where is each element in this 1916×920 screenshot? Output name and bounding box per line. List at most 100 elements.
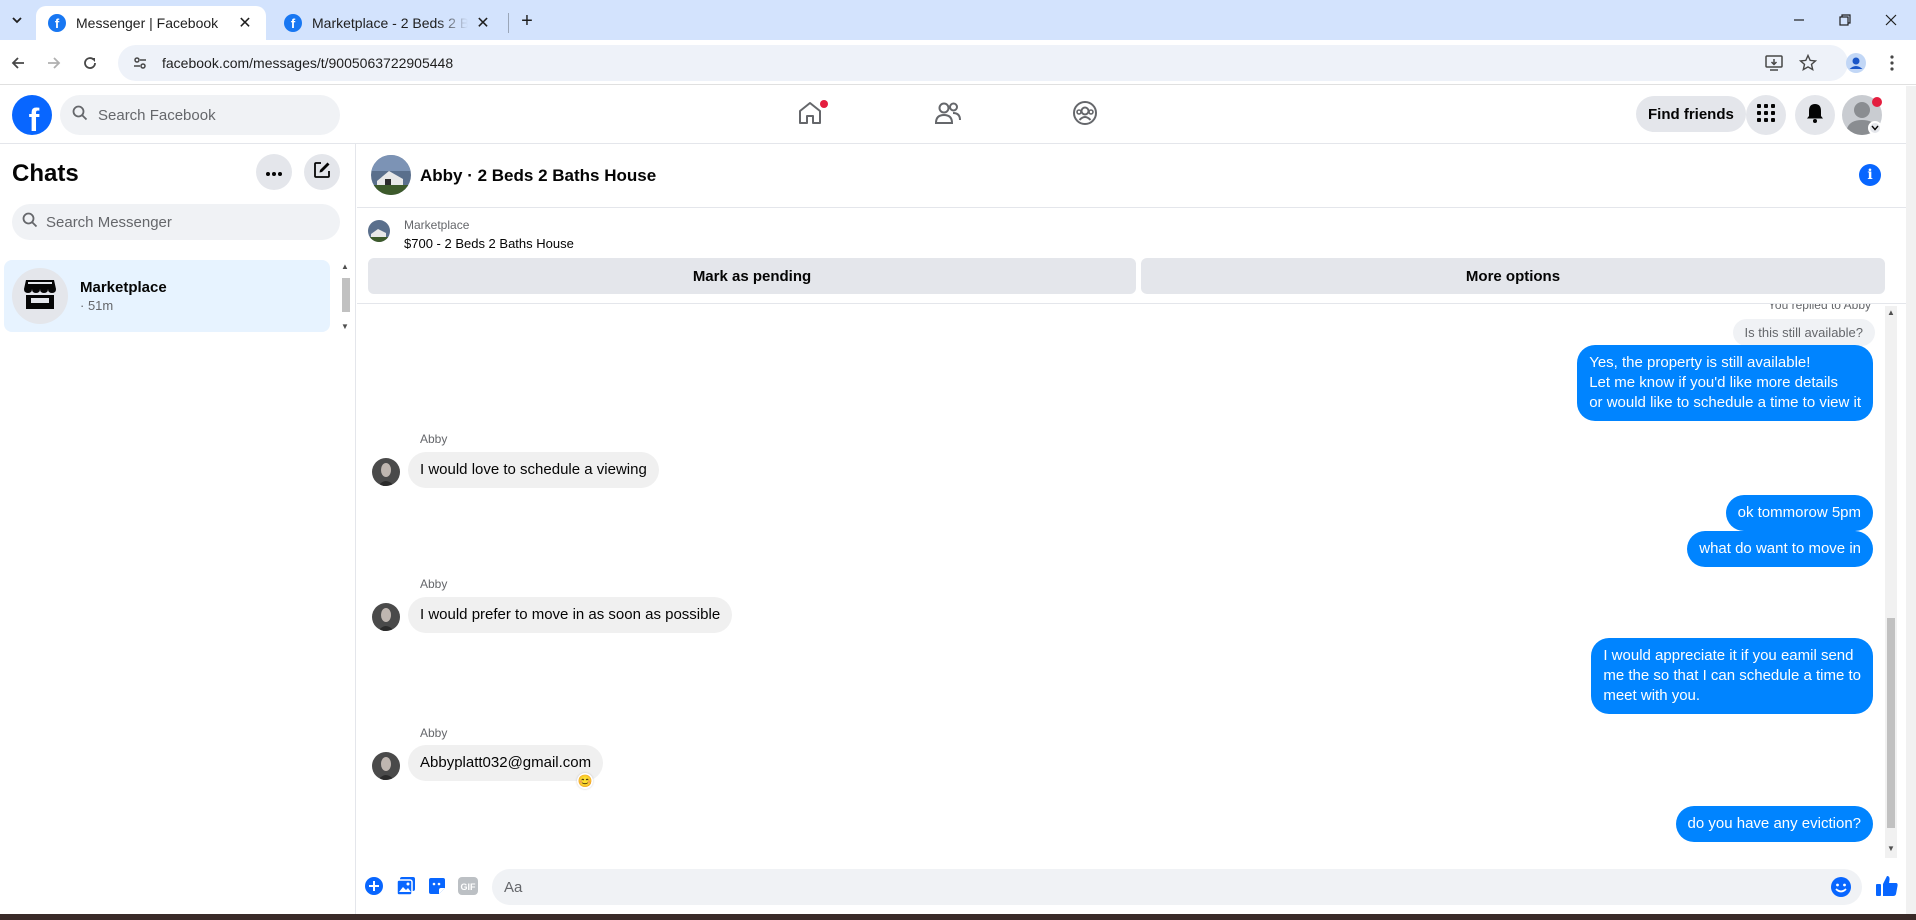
conversation-header: Abby · 2 Beds 2 Baths House i [357, 144, 1906, 208]
chat-timestamp: · 51m [80, 298, 114, 313]
scroll-down-arrow-icon[interactable]: ▼ [1887, 844, 1895, 853]
message-bubble-incoming[interactable]: I would prefer to move in as soon as pos… [408, 597, 733, 633]
chats-title: Chats [12, 160, 79, 187]
message-bubble-outgoing[interactable]: ok tommorow 5pm [1725, 495, 1873, 531]
message-composer: GIF [357, 862, 1906, 912]
abby-avatar[interactable] [372, 603, 400, 631]
forward-arrow-icon[interactable] [40, 49, 68, 77]
tab-title: Messenger | Facebook [76, 15, 219, 31]
facebook-favicon-icon: f [284, 14, 302, 32]
new-message-button[interactable] [304, 154, 340, 190]
thumbs-up-icon[interactable] [1875, 874, 1899, 898]
messenger-search-input[interactable] [46, 213, 326, 231]
gif-icon[interactable]: GIF [457, 875, 479, 897]
tab-title: Marketplace - 2 Beds 2 Baths H [312, 15, 468, 31]
plus-circle-icon[interactable] [363, 875, 385, 897]
message-bubble-outgoing[interactable]: I would appreciate it if you eamil send … [1591, 638, 1873, 714]
message-bubble-incoming[interactable]: I would love to schedule a viewing [408, 452, 659, 488]
taskbar-edge [0, 914, 1916, 920]
page-scrollbar-track[interactable] [1906, 86, 1916, 920]
marketplace-avatar [12, 268, 68, 324]
conversation-title[interactable]: Abby · 2 Beds 2 Baths House [420, 166, 656, 186]
svg-text:GIF: GIF [461, 882, 477, 892]
photo-icon[interactable] [395, 875, 417, 897]
restore-icon[interactable] [1822, 0, 1868, 40]
notifications-button[interactable] [1795, 95, 1835, 135]
facebook-search[interactable] [60, 95, 340, 135]
chat-list-scrollbar[interactable]: ▲ ▼ [340, 262, 352, 332]
chevron-down-icon[interactable] [1868, 121, 1882, 135]
mark-as-pending-button[interactable]: Mark as pending [368, 258, 1136, 294]
new-tab-icon[interactable]: + [515, 9, 539, 33]
nav-home[interactable] [754, 86, 866, 144]
more-dots-icon [266, 163, 282, 181]
install-app-icon[interactable] [1760, 49, 1788, 77]
scroll-up-arrow-icon[interactable]: ▲ [1887, 308, 1895, 317]
back-arrow-icon[interactable] [4, 49, 32, 77]
search-icon [22, 212, 38, 233]
marketplace-label: Marketplace [404, 218, 470, 232]
facebook-logo[interactable]: f [12, 95, 52, 135]
scroll-down-arrow-icon[interactable]: ▼ [341, 322, 349, 331]
nav-friends[interactable] [892, 86, 1004, 144]
abby-avatar[interactable] [372, 458, 400, 486]
address-bar[interactable]: facebook.com/messages/t/9005063722905448 [118, 45, 1848, 81]
browser-menu-icon[interactable] [1878, 49, 1906, 77]
compose-icon [313, 161, 331, 184]
replied-note: You replied to Abby [1768, 304, 1871, 312]
storefront-icon [23, 278, 57, 315]
close-tab-icon[interactable]: ✕ [474, 14, 492, 32]
facebook-favicon-icon: f [48, 14, 66, 32]
minimize-icon[interactable] [1776, 0, 1822, 40]
scrollbar-thumb[interactable] [1887, 618, 1895, 828]
search-icon [72, 105, 88, 126]
grid-menu-icon [1757, 103, 1775, 127]
tab-marketplace[interactable]: f Marketplace - 2 Beds 2 Baths H ✕ [272, 6, 504, 40]
quoted-message[interactable]: Is this still available? [1732, 319, 1875, 346]
chat-list-item-marketplace[interactable]: Marketplace · 51m [4, 260, 330, 332]
more-options-button[interactable]: More options [1141, 258, 1885, 294]
scrollbar-thumb[interactable] [342, 278, 350, 312]
message-bubble-outgoing[interactable]: do you have any eviction? [1675, 806, 1873, 842]
tab-messenger[interactable]: f Messenger | Facebook ✕ [36, 6, 266, 40]
marketplace-listing-bar: Marketplace $700 - 2 Beds 2 Baths House … [357, 208, 1906, 304]
close-window-icon[interactable] [1868, 0, 1914, 40]
facebook-search-input[interactable] [98, 106, 328, 124]
sender-name: Abby [420, 432, 448, 446]
sender-name: Abby [420, 726, 448, 740]
close-tab-icon[interactable]: ✕ [236, 14, 254, 32]
message-input-box[interactable] [492, 869, 1862, 905]
message-bubble-outgoing[interactable]: what do want to move in [1687, 531, 1873, 567]
account-notification-dot [1872, 97, 1882, 107]
find-friends-button[interactable]: Find friends [1636, 96, 1746, 132]
reload-icon[interactable] [76, 49, 104, 77]
nav-groups[interactable] [1029, 86, 1141, 144]
browser-toolbar: facebook.com/messages/t/9005063722905448 [0, 40, 1916, 85]
abby-avatar[interactable] [372, 752, 400, 780]
listing-thumbnail[interactable] [368, 220, 390, 242]
message-input[interactable] [504, 878, 1804, 896]
sticker-icon[interactable] [426, 875, 448, 897]
chats-options-button[interactable] [256, 154, 292, 190]
chat-name: Marketplace [80, 279, 167, 296]
bell-icon [1806, 103, 1824, 128]
site-settings-icon[interactable] [128, 55, 152, 71]
tab-search-chevron-icon[interactable] [6, 9, 28, 31]
listing-title[interactable]: $700 - 2 Beds 2 Baths House [404, 236, 574, 251]
reaction-emoji[interactable]: 😊 [577, 773, 593, 789]
emoji-icon[interactable] [1830, 876, 1852, 898]
groups-icon [1072, 100, 1098, 131]
menu-button[interactable] [1746, 95, 1786, 135]
messenger-search[interactable] [12, 204, 340, 240]
facebook-header: f [0, 86, 1906, 144]
notification-dot [820, 100, 828, 108]
message-bubble-incoming[interactable]: Abbyplatt032@gmail.com [408, 745, 604, 781]
profile-icon[interactable] [1842, 49, 1870, 77]
info-icon[interactable]: i [1859, 164, 1881, 186]
thread-scrollbar[interactable]: ▲ ▼ [1885, 306, 1897, 858]
message-bubble-outgoing[interactable]: Yes, the property is still available! Le… [1577, 345, 1873, 421]
bookmark-star-icon[interactable] [1794, 49, 1822, 77]
listing-avatar[interactable] [371, 155, 411, 195]
url-text: facebook.com/messages/t/9005063722905448 [162, 55, 454, 71]
scroll-up-arrow-icon[interactable]: ▲ [341, 262, 349, 271]
